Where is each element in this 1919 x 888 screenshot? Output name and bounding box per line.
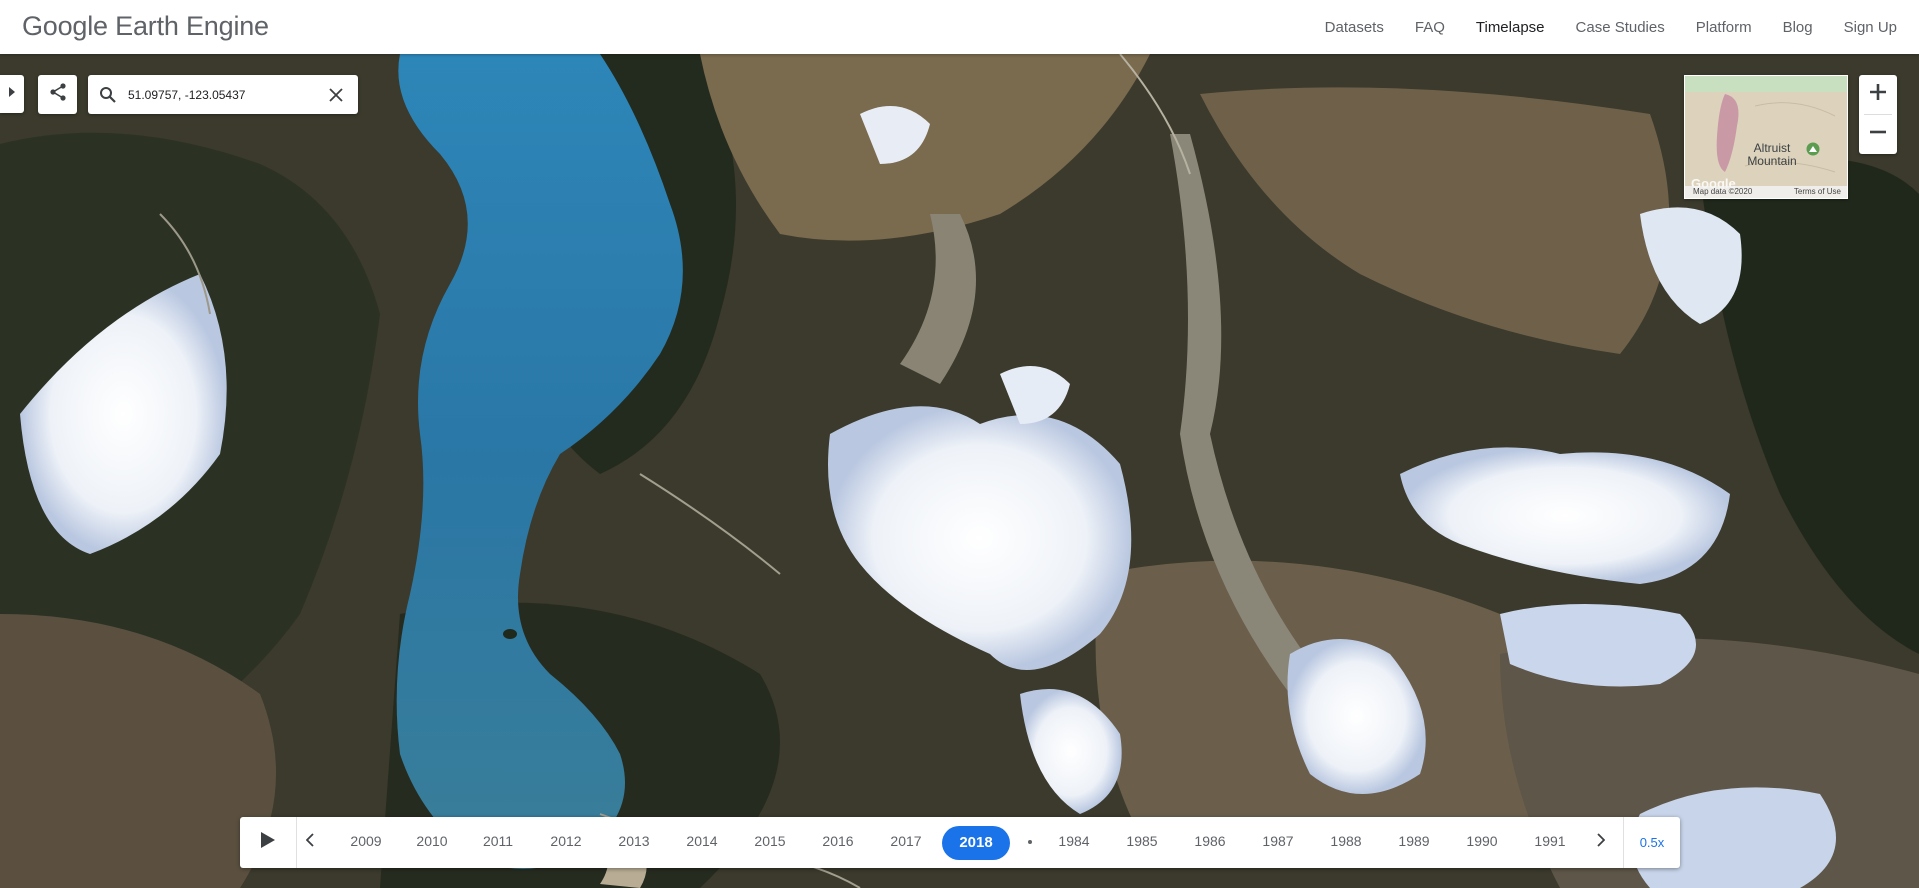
timeline-year[interactable]: 1990 bbox=[1452, 833, 1512, 849]
satellite-image bbox=[0, 54, 1919, 888]
timeline-year[interactable]: 1985 bbox=[1112, 833, 1172, 849]
search-input[interactable] bbox=[128, 79, 318, 110]
timeline-year[interactable]: 1986 bbox=[1180, 833, 1240, 849]
timeline-year[interactable]: 2009 bbox=[336, 833, 396, 849]
nav-timelapse[interactable]: Timelapse bbox=[1476, 19, 1545, 36]
timeline-year[interactable]: 2015 bbox=[740, 833, 800, 849]
share-button[interactable] bbox=[38, 75, 77, 114]
play-right-icon bbox=[8, 85, 16, 103]
close-icon[interactable] bbox=[318, 75, 354, 114]
zoom-out-button[interactable] bbox=[1859, 115, 1897, 154]
timeline-year[interactable]: 1988 bbox=[1316, 833, 1376, 849]
timeline-year[interactable]: 2016 bbox=[808, 833, 868, 849]
timeline-year[interactable]: 1987 bbox=[1248, 833, 1308, 849]
nav-platform[interactable]: Platform bbox=[1696, 19, 1752, 36]
playback-speed-button[interactable]: 0.5x bbox=[1623, 817, 1680, 868]
chevron-right-icon bbox=[1597, 833, 1606, 852]
timeline-year[interactable]: 2012 bbox=[536, 833, 596, 849]
minimap[interactable]: Altruist Mountain Google Map data ©2020 … bbox=[1684, 75, 1848, 199]
timeline-next-button[interactable] bbox=[1590, 817, 1612, 868]
minimap-footer: Map data ©2020 Terms of Use bbox=[1685, 186, 1847, 198]
chevron-left-icon bbox=[305, 833, 314, 852]
timeline-year[interactable]: 2014 bbox=[672, 833, 732, 849]
play-icon bbox=[260, 831, 276, 854]
timeline-year[interactable]: 2017 bbox=[876, 833, 936, 849]
minimap-terms-link[interactable]: Terms of Use bbox=[1794, 186, 1841, 198]
timeline-years: 2009 2010 2011 2012 2013 2014 2015 2016 … bbox=[324, 817, 1570, 868]
timeline-year[interactable]: 1984 bbox=[1044, 833, 1104, 849]
nav-faq[interactable]: FAQ bbox=[1415, 19, 1445, 36]
timeline-current-year[interactable]: 2018 bbox=[942, 826, 1010, 860]
share-icon bbox=[48, 82, 68, 107]
brand-title[interactable]: Google Earth Engine bbox=[22, 11, 269, 42]
timeline-year[interactable]: 2013 bbox=[604, 833, 664, 849]
timeline-separator-dot bbox=[1028, 840, 1032, 844]
top-bar: Google Earth Engine Datasets FAQ Timelap… bbox=[0, 0, 1919, 54]
timeline-year[interactable]: 1991 bbox=[1520, 833, 1570, 849]
timeline-year[interactable]: 2011 bbox=[468, 833, 528, 849]
top-nav: Datasets FAQ Timelapse Case Studies Plat… bbox=[1294, 0, 1897, 54]
satellite-map[interactable] bbox=[0, 54, 1919, 888]
nav-datasets[interactable]: Datasets bbox=[1325, 19, 1384, 36]
play-button[interactable] bbox=[240, 817, 297, 868]
timeline-bar: 2009 2010 2011 2012 2013 2014 2015 2016 … bbox=[240, 817, 1680, 868]
minus-icon bbox=[1869, 123, 1887, 146]
search-box bbox=[88, 75, 358, 114]
nav-sign-up[interactable]: Sign Up bbox=[1844, 19, 1897, 36]
timeline-year[interactable]: 2010 bbox=[402, 833, 462, 849]
timeline-year[interactable]: 1989 bbox=[1384, 833, 1444, 849]
side-panel-toggle-button[interactable] bbox=[0, 75, 24, 113]
search-icon[interactable] bbox=[88, 75, 128, 114]
zoom-in-button[interactable] bbox=[1859, 75, 1897, 114]
plus-icon bbox=[1869, 83, 1887, 106]
nav-case-studies[interactable]: Case Studies bbox=[1576, 19, 1665, 36]
minimap-map-data: Map data ©2020 bbox=[1693, 187, 1753, 196]
minimap-place-label: Altruist Mountain bbox=[1747, 141, 1797, 168]
nav-blog[interactable]: Blog bbox=[1783, 19, 1813, 36]
zoom-control bbox=[1859, 75, 1897, 154]
mountain-icon bbox=[1806, 142, 1820, 161]
timeline-prev-button[interactable] bbox=[299, 817, 321, 868]
